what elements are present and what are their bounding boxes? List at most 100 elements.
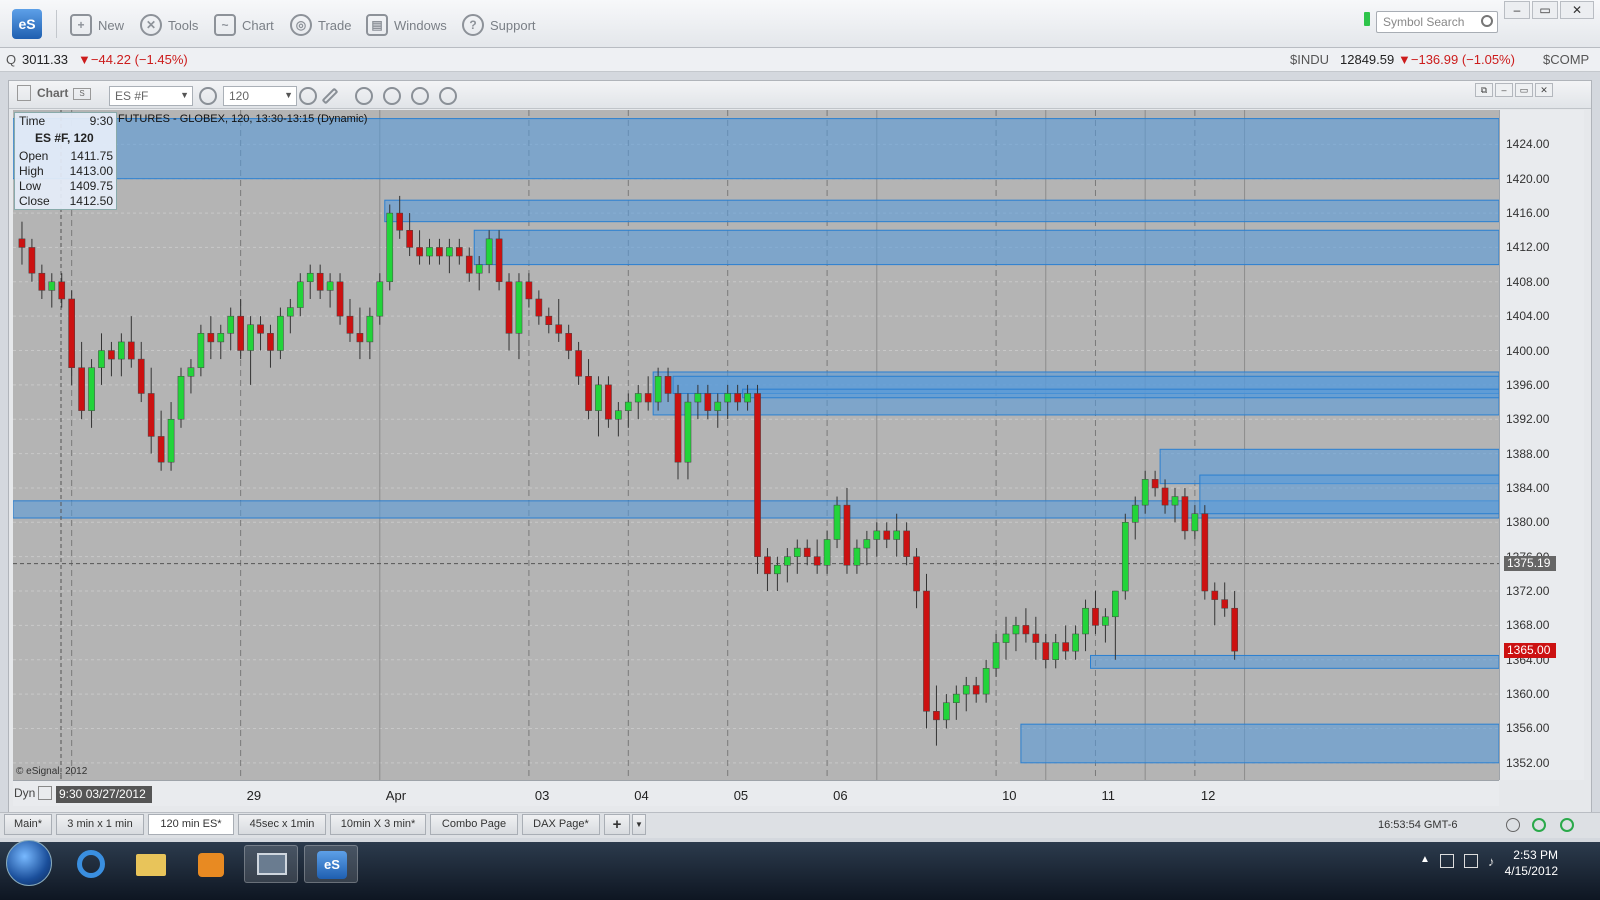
chart-minimize-button[interactable]: – — [1495, 83, 1513, 97]
interval-select[interactable]: 120 ▼ — [223, 86, 297, 106]
candle-up — [227, 315, 235, 334]
settings-icon[interactable] — [199, 87, 217, 105]
price-tick-label: 1372.00 — [1506, 584, 1550, 599]
start-button[interactable] — [6, 840, 52, 886]
tab-main[interactable]: Main* — [4, 814, 52, 835]
candle-down — [883, 530, 891, 540]
monitor-shape — [257, 853, 287, 875]
support-button[interactable]: ? Support — [462, 12, 536, 38]
detach-button[interactable]: ⧉ — [1475, 83, 1493, 97]
panel-layout-icon[interactable] — [17, 85, 31, 101]
candle-up — [595, 384, 602, 411]
symbol-search-input[interactable]: Symbol Search — [1376, 11, 1498, 33]
link-icon[interactable]: S — [73, 88, 91, 100]
candle-up — [714, 401, 722, 411]
help-icon: ? — [462, 14, 484, 36]
ticker-comp-symbol[interactable]: $COMP — [1543, 52, 1589, 67]
chart-icon: ~ — [214, 14, 236, 36]
candle-down — [455, 247, 463, 257]
esignal-logo[interactable]: eS — [12, 9, 42, 39]
candle-up — [863, 539, 871, 549]
tab-menu-button[interactable]: ▼ — [632, 814, 646, 835]
candle-down — [644, 393, 652, 403]
refresh-icon[interactable] — [1532, 818, 1546, 832]
candle-up — [1121, 522, 1129, 592]
chart-plot-area[interactable] — [13, 110, 1499, 780]
price-tick-label: 1408.00 — [1506, 274, 1550, 289]
candle-up — [475, 264, 483, 274]
candle-up — [982, 668, 990, 695]
clock-icon[interactable] — [299, 87, 317, 105]
candle-down — [1201, 513, 1209, 592]
close-button[interactable]: ✕ — [1560, 1, 1594, 19]
flag-icon[interactable] — [1440, 854, 1454, 868]
tab-combo[interactable]: Combo Page — [430, 814, 518, 835]
tab-dax[interactable]: DAX Page* — [522, 814, 600, 835]
media-shape — [198, 853, 224, 877]
tray-expand-icon[interactable]: ▲ — [1420, 854, 1430, 865]
time-axis[interactable]: 29 Apr 03 04 05 06 10 11 12 — [13, 780, 1499, 806]
symbol-select[interactable]: ES #F ▼ — [109, 86, 193, 106]
tab-45sec[interactable]: 45sec x 1min — [238, 814, 326, 835]
candle-down — [913, 556, 920, 592]
trade-button[interactable]: ◎ Trade — [290, 12, 351, 38]
candle-down — [207, 333, 215, 343]
price-tick-label: 1368.00 — [1506, 618, 1550, 633]
ticker-indu-symbol[interactable]: $INDU — [1290, 52, 1329, 67]
chart-restore-button[interactable]: ▭ — [1515, 83, 1533, 97]
candle-down — [1161, 487, 1169, 506]
esignal-icon[interactable]: eS — [304, 845, 358, 883]
candle-down — [147, 393, 155, 437]
media-player-icon[interactable] — [184, 845, 238, 883]
tab-3min[interactable]: 3 min x 1 min — [56, 814, 144, 835]
candle-down — [267, 333, 274, 351]
network-icon[interactable] — [1464, 854, 1478, 868]
price-zone — [473, 229, 1499, 266]
new-button[interactable]: + New — [70, 12, 124, 38]
windows-button[interactable]: ▤ Windows — [366, 12, 447, 38]
price-tick-label: 1352.00 — [1506, 755, 1550, 770]
info-close-row: Close 1412.50 — [19, 194, 113, 208]
candle-down — [933, 711, 940, 721]
candle-down — [555, 324, 563, 334]
info-open-row: Open 1411.75 — [19, 149, 113, 163]
candle-up — [187, 367, 195, 377]
ticker-left-value[interactable]: 3011.33 — [22, 52, 68, 67]
info-symbol-row: ES #F, 120 — [35, 131, 94, 145]
eraser-icon[interactable] — [439, 87, 457, 105]
copyright-text: © eSignal, 2012 — [16, 766, 88, 777]
add-tab-button[interactable]: + — [604, 814, 630, 835]
minimize-button[interactable]: – — [1504, 1, 1530, 19]
chart-button[interactable]: ~ Chart — [214, 12, 274, 38]
folder-icon[interactable] — [124, 845, 178, 883]
price-tick-label: 1380.00 — [1506, 515, 1550, 530]
tools-button[interactable]: ✕ Tools — [140, 12, 198, 38]
annotation-icon[interactable] — [411, 87, 429, 105]
status-clock-icon[interactable] — [1506, 818, 1520, 832]
candle-up — [277, 315, 284, 351]
chart-close-button[interactable]: ✕ — [1535, 83, 1553, 97]
ie-icon[interactable] — [64, 845, 118, 883]
cursor-icon[interactable] — [355, 87, 373, 105]
system-time[interactable]: 2:53 PM — [1488, 848, 1558, 862]
candle-up — [426, 247, 433, 257]
candle-up — [1191, 513, 1199, 532]
candle-up — [1112, 590, 1119, 618]
candle-up — [1012, 625, 1020, 635]
price-axis[interactable]: 1352.00 1356.00 1360.00 1364.00 1368.00 1372.… — [1499, 110, 1584, 780]
restore-button[interactable]: ▭ — [1532, 1, 1558, 19]
candle-down — [396, 212, 404, 231]
pencil-icon[interactable] — [321, 87, 339, 105]
candlestick-chart[interactable] — [13, 110, 1499, 780]
candle-down — [1042, 642, 1050, 660]
data-window: Time 9:30 ES #F, 120 Open 1411.75 High 1413… — [14, 112, 117, 210]
chevron-down-icon: ▼ — [180, 90, 189, 100]
tab-120min[interactable]: 120 min ES* — [148, 814, 234, 835]
system-date[interactable]: 4/15/2012 — [1488, 864, 1558, 878]
lock-icon[interactable] — [38, 786, 52, 800]
remote-icon[interactable] — [244, 845, 298, 883]
play-icon[interactable] — [383, 87, 401, 105]
tab-10min[interactable]: 10min X 3 min* — [330, 814, 426, 835]
status-ok-icon[interactable] — [1560, 818, 1574, 832]
time-tick-label: 06 — [833, 788, 848, 803]
